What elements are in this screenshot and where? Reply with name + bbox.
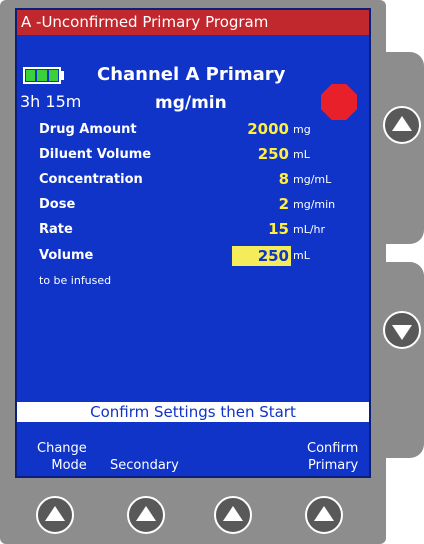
pump-display: A -Unconfirmed Primary Program Channel A… bbox=[15, 8, 371, 478]
param-unit: mg/min bbox=[293, 198, 336, 211]
softkey-confirm-primary-label: Confirm Primary bbox=[307, 440, 358, 474]
softkey-secondary-label: Secondary bbox=[110, 458, 179, 473]
param-row-rate: Rate 15 mL/hr bbox=[17, 220, 369, 244]
softkey-2-button[interactable] bbox=[127, 496, 165, 534]
param-label: Rate bbox=[39, 222, 73, 237]
volume-input-highlighted[interactable]: 250 bbox=[231, 246, 291, 266]
up-arrow-icon bbox=[392, 115, 412, 131]
up-arrow-icon bbox=[314, 505, 334, 521]
dose-units: mg/min bbox=[155, 93, 227, 113]
softkey-line: Mode bbox=[51, 458, 87, 473]
up-arrow-icon bbox=[45, 505, 65, 521]
softkey-line: Confirm bbox=[307, 441, 359, 456]
param-value[interactable]: 250 bbox=[258, 145, 289, 163]
param-row-dose: Dose 2 mg/min bbox=[17, 195, 369, 219]
param-unit: mL/hr bbox=[293, 223, 326, 236]
param-label: Dose bbox=[39, 197, 76, 212]
stop-octagon-icon bbox=[321, 84, 357, 120]
battery-tip bbox=[61, 71, 64, 80]
param-row-concentration: Concentration 8 mg/mL bbox=[17, 170, 369, 194]
param-label: Concentration bbox=[39, 172, 143, 187]
scroll-up-button[interactable] bbox=[383, 106, 421, 144]
param-value[interactable]: 15 bbox=[268, 220, 289, 238]
softkey-change-mode-label: Change Mode bbox=[37, 440, 87, 474]
param-value[interactable]: 2 bbox=[279, 195, 289, 213]
time-remaining: 3h 15m bbox=[20, 92, 82, 111]
confirm-prompt: Confirm Settings then Start bbox=[17, 402, 369, 422]
battery-cell bbox=[37, 70, 47, 81]
side-panel-top bbox=[378, 52, 424, 244]
softkey-4-button[interactable] bbox=[305, 496, 343, 534]
param-row-diluent-volume: Diluent Volume 250 mL bbox=[17, 145, 369, 169]
param-row-volume: Volume 250 mL bbox=[17, 246, 369, 270]
channel-label: Channel A Primary bbox=[97, 64, 286, 85]
softkey-line: Primary bbox=[308, 458, 359, 473]
softkey-line: Change bbox=[37, 441, 87, 456]
softkey-3-button[interactable] bbox=[214, 496, 252, 534]
softkey-1-button[interactable] bbox=[36, 496, 74, 534]
volume-note: to be infused bbox=[39, 274, 112, 287]
param-value[interactable]: 8 bbox=[279, 170, 289, 188]
param-row-drug-amount: Drug Amount 2000 mg bbox=[17, 120, 369, 144]
param-unit: mL bbox=[293, 249, 310, 262]
battery-icon bbox=[23, 67, 61, 84]
program-title-bar: A -Unconfirmed Primary Program bbox=[17, 10, 369, 35]
param-label: Drug Amount bbox=[39, 122, 137, 137]
up-arrow-icon bbox=[223, 505, 243, 521]
param-unit: mg/mL bbox=[293, 173, 332, 186]
param-label: Volume bbox=[39, 248, 94, 263]
param-unit: mL bbox=[293, 148, 310, 161]
scroll-down-button[interactable] bbox=[383, 311, 421, 349]
side-panel-bottom bbox=[378, 262, 424, 458]
up-arrow-icon bbox=[136, 505, 156, 521]
battery-cell bbox=[48, 70, 58, 81]
down-arrow-icon bbox=[392, 324, 412, 340]
param-label: Diluent Volume bbox=[39, 147, 152, 162]
param-unit: mg bbox=[293, 123, 311, 136]
battery-cell bbox=[26, 70, 36, 81]
param-value[interactable]: 2000 bbox=[247, 120, 289, 138]
